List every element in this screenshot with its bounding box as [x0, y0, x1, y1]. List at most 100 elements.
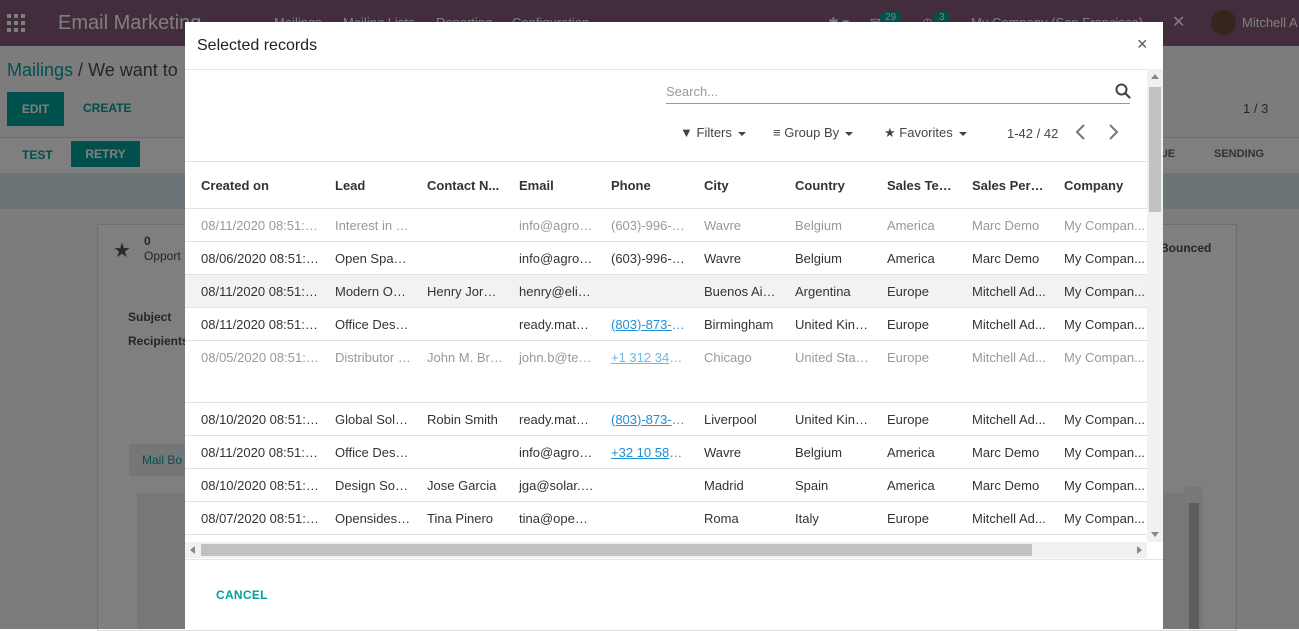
- cell-lead: Distributor C...: [319, 340, 411, 403]
- cell-phone-link[interactable]: (803)-873-61...: [595, 402, 688, 436]
- cell-contact: Robin Smith: [411, 402, 503, 436]
- table-row[interactable]: 08/10/2020 08:51:48 Design Soft... Jose …: [185, 468, 1147, 502]
- column-sales-team[interactable]: Sales Tea...: [871, 162, 956, 209]
- filters-dropdown[interactable]: ▼ Filters: [680, 125, 746, 140]
- cell-country: Argentina: [779, 274, 871, 308]
- search-icon[interactable]: [1115, 83, 1131, 99]
- column-contact-name[interactable]: Contact N...: [411, 162, 503, 209]
- cell-email: ready.mat28...: [503, 307, 595, 341]
- table-row[interactable]: 08/10/2020 08:51:49 Global Soluti... Rob…: [185, 402, 1147, 436]
- cell-country: Belgium: [779, 435, 871, 469]
- column-lead[interactable]: Lead: [319, 162, 411, 209]
- cell-created-on: 08/11/2020 08:51:49: [185, 307, 319, 341]
- cell-email: tina@opensi...: [503, 501, 595, 535]
- scroll-right-icon[interactable]: [1137, 546, 1142, 554]
- cell-sales-team: Europe: [871, 501, 956, 535]
- filter-icon: ▼: [680, 125, 693, 140]
- cell-company: My Compan...: [1048, 307, 1147, 341]
- cell-city: Liverpool: [688, 402, 779, 436]
- pager-previous-icon[interactable]: [1073, 123, 1089, 141]
- records-table: Created on Lead Contact N... Email Phone…: [185, 162, 1147, 535]
- cell-country: United Kingd...: [779, 307, 871, 341]
- cell-contact: Henry Jordan: [411, 274, 503, 308]
- scroll-up-icon[interactable]: [1151, 74, 1159, 79]
- cell-country: Belgium: [779, 241, 871, 275]
- group-by-dropdown[interactable]: ≡ Group By: [773, 125, 854, 140]
- scroll-down-icon[interactable]: [1151, 532, 1159, 537]
- vertical-scrollbar[interactable]: [1147, 69, 1163, 542]
- pager-value[interactable]: 1-42 / 42: [1007, 126, 1058, 141]
- records-table-container: Created on Lead Contact N... Email Phone…: [185, 162, 1147, 542]
- table-row[interactable]: 08/11/2020 08:51:49 Interest in yo... in…: [185, 208, 1147, 242]
- cell-email: info@agrolai...: [503, 435, 595, 469]
- star-icon: ★: [884, 125, 896, 140]
- table-row[interactable]: 08/11/2020 08:51:49 Modern Ope... Henry …: [185, 274, 1147, 308]
- cell-phone-link[interactable]: +1 312 349 ...: [595, 340, 688, 403]
- cell-city: Birmingham: [688, 307, 779, 341]
- column-country[interactable]: Country: [779, 162, 871, 209]
- cell-company: My Compan...: [1048, 402, 1147, 436]
- table-row[interactable]: 08/07/2020 08:51:48 Opensides: ... Tina …: [185, 501, 1147, 535]
- column-phone[interactable]: Phone: [595, 162, 688, 209]
- cell-company: My Compan...: [1048, 501, 1147, 535]
- cell-company: My Compan...: [1048, 208, 1147, 242]
- scroll-left-icon[interactable]: [190, 546, 195, 554]
- close-icon[interactable]: ×: [1137, 34, 1148, 55]
- filters-label: Filters: [696, 125, 732, 140]
- selected-records-dialog: Selected records × ▼ Filters ≡ Group By …: [185, 22, 1163, 629]
- cell-email: info@agrolai...: [503, 208, 595, 242]
- cell-country: United Kingd...: [779, 402, 871, 436]
- cell-contact: John M. Bro...: [411, 340, 503, 403]
- column-created-on[interactable]: Created on: [185, 162, 319, 209]
- cell-city: Madrid: [688, 468, 779, 502]
- cell-sales-team: America: [871, 435, 956, 469]
- table-row[interactable]: 08/06/2020 08:51:49 Open Space ... info@…: [185, 241, 1147, 275]
- cell-created-on: 08/05/2020 08:51:49: [185, 340, 319, 403]
- column-salesperson[interactable]: Sales Pers...: [956, 162, 1048, 209]
- scroll-thumb[interactable]: [1149, 87, 1161, 212]
- cell-phone: [595, 274, 688, 308]
- cell-company: My Compan...: [1048, 241, 1147, 275]
- cell-country: Spain: [779, 468, 871, 502]
- search-input[interactable]: [666, 82, 1106, 100]
- cell-phone-link[interactable]: (803)-873-61...: [595, 307, 688, 341]
- cell-phone: [595, 501, 688, 535]
- column-city[interactable]: City: [688, 162, 779, 209]
- cell-salesperson: Mitchell Ad...: [956, 402, 1048, 436]
- cell-sales-team: America: [871, 468, 956, 502]
- cell-city: Wavre: [688, 241, 779, 275]
- cell-sales-team: Europe: [871, 340, 956, 403]
- table-row[interactable]: 08/11/2020 08:51:49 Office Desig... info…: [185, 435, 1147, 469]
- cell-country: Italy: [779, 501, 871, 535]
- cell-salesperson: Marc Demo: [956, 208, 1048, 242]
- list-icon: ≡: [773, 125, 781, 140]
- favorites-dropdown[interactable]: ★ Favorites: [884, 125, 967, 141]
- cell-lead: Modern Ope...: [319, 274, 411, 308]
- cell-contact: Tina Pinero: [411, 501, 503, 535]
- cell-contact: [411, 241, 503, 275]
- cell-salesperson: Marc Demo: [956, 468, 1048, 502]
- scroll-thumb[interactable]: [201, 544, 1032, 556]
- cell-contact: [411, 208, 503, 242]
- cell-sales-team: America: [871, 241, 956, 275]
- cell-email: ready.mat28...: [503, 402, 595, 436]
- cell-created-on: 08/11/2020 08:51:49: [185, 435, 319, 469]
- cell-created-on: 08/11/2020 08:51:49: [185, 208, 319, 242]
- cell-company: My Compan...: [1048, 435, 1147, 469]
- horizontal-scrollbar[interactable]: [185, 542, 1147, 558]
- cell-email: john.b@tech...: [503, 340, 595, 403]
- column-company[interactable]: Company: [1048, 162, 1147, 209]
- cell-salesperson: Mitchell Ad...: [956, 340, 1048, 403]
- modal-header: Selected records ×: [185, 22, 1163, 70]
- cell-contact: [411, 307, 503, 341]
- pager-next-icon[interactable]: [1105, 123, 1121, 141]
- cell-lead: Office Desig...: [319, 307, 411, 341]
- cancel-button[interactable]: CANCEL: [216, 588, 268, 602]
- cell-salesperson: Mitchell Ad...: [956, 274, 1048, 308]
- cell-lead: Global Soluti...: [319, 402, 411, 436]
- cell-lead: Opensides: ...: [319, 501, 411, 535]
- table-row[interactable]: 08/05/2020 08:51:49 Distributor C... Joh…: [185, 340, 1147, 403]
- cell-phone-link[interactable]: +32 10 588 ...: [595, 435, 688, 469]
- column-email[interactable]: Email: [503, 162, 595, 209]
- table-row[interactable]: 08/11/2020 08:51:49 Office Desig... read…: [185, 307, 1147, 341]
